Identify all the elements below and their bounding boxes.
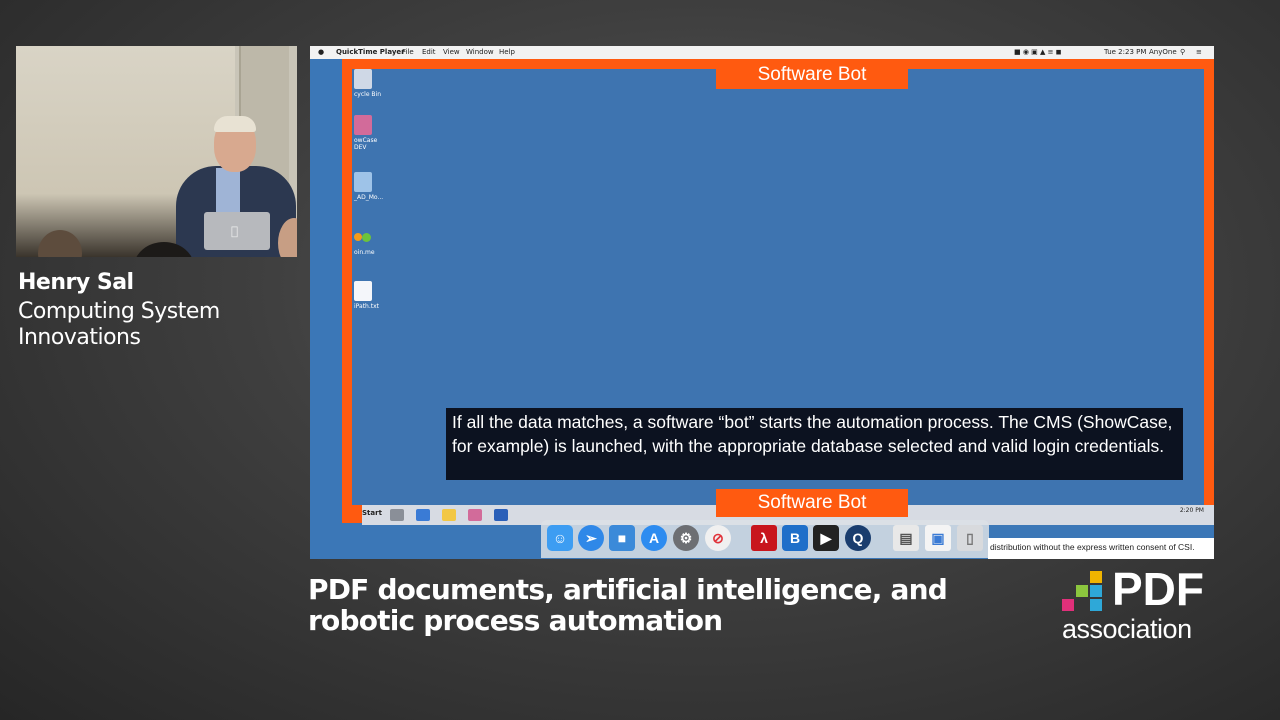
taskbar-clock: 2:20 PM [1179,507,1204,514]
desktop-icon-label: owCase DEV [354,137,378,151]
desktop-icon[interactable]: iPath.txt [354,281,380,310]
notification-center-icon[interactable]: ≡ [1196,46,1202,59]
start-button[interactable]: Start [362,509,382,517]
windows-desktop: cycle Bin owCase DEV _AD_Mo... oin.me iP… [352,69,1214,525]
text-file-icon [354,281,372,301]
copyright-notice: distribution without the express written… [988,538,1214,559]
speaker-organization: Computing System Innovations [18,299,220,350]
logo-word: PDF [1112,563,1204,615]
recycle-bin-icon [354,69,372,89]
mac-dock: ☺ ➢ ■ A ⚙ ⊘ λ B ▶ Q ▤ ▣ ▯ [541,520,989,558]
logo-subword: association [1062,614,1192,644]
speaker-video:  [16,46,297,257]
logo-square-yellow [1090,571,1102,583]
logo-square-pink [1062,599,1074,611]
apple-menu-icon[interactable]: ● [318,46,324,59]
menu-app-name[interactable]: QuickTime Player [336,46,405,59]
app-store-icon[interactable]: A [641,525,667,551]
trash-icon[interactable]: ▯ [957,525,983,551]
folder-icon[interactable] [442,509,456,521]
taskbar-app-icon[interactable] [468,509,482,521]
system-preferences-icon[interactable]: ⚙ [673,525,699,551]
taskbar-app-icon[interactable] [390,509,404,521]
joinme-icon [354,227,372,247]
news-icon[interactable]: ⊘ [705,525,731,551]
menu-edit[interactable]: Edit [422,46,436,59]
status-icons: ■ ◉ ▣ ▲ ≡ ◼ [1014,48,1062,56]
finder-icon[interactable]: ☺ [547,525,573,551]
speaker-name: Henry Sal [18,270,134,295]
pdf-association-logo: PDF association [1062,563,1212,644]
mac-menubar: ● QuickTime Player File Edit View Window… [310,46,1214,59]
uipath-icon[interactable] [494,509,508,521]
quicktime-icon[interactable]: Q [845,525,871,551]
menu-help[interactable]: Help [499,46,515,59]
acrobat-icon[interactable]: λ [751,525,777,551]
menu-view[interactable]: View [443,46,460,59]
menu-file[interactable]: File [402,46,414,59]
menu-clock: Tue 2:23 PM [1104,48,1147,56]
menu-user[interactable]: AnyOne [1149,46,1177,59]
image-file-icon [354,172,372,192]
audience-head [38,230,82,257]
menu-window[interactable]: Window [466,46,494,59]
slide-caption: If all the data matches, a software “bot… [446,408,1183,480]
desktop-icon[interactable]: _AD_Mo... [354,172,384,201]
bbedit-icon[interactable]: B [782,525,808,551]
desktop-icon[interactable]: owCase DEV [354,115,378,151]
desktop-icon[interactable]: oin.me [354,227,376,256]
desktop-icon-label: oin.me [354,249,375,256]
desktop-icon[interactable]: cycle Bin [354,69,381,98]
speaker-hair [214,116,256,132]
apple-logo-icon:  [231,224,238,238]
documents-icon[interactable]: ▤ [893,525,919,551]
keynote-icon[interactable]: ■ [609,525,635,551]
desktop-icon-label: cycle Bin [354,91,381,98]
logo-square-blue [1090,599,1102,611]
software-bot-frame: cycle Bin owCase DEV _AD_Mo... oin.me iP… [342,59,1214,525]
desktop-icon-label: _AD_Mo... [354,194,384,201]
final-cut-icon[interactable]: ▶ [813,525,839,551]
screen-capture: ● QuickTime Player File Edit View Window… [310,46,1214,559]
showcase-icon [354,115,372,135]
software-bot-label-top: Software Bot [716,61,908,89]
spotlight-icon[interactable]: ⚲ [1180,46,1185,59]
taskbar-app-icon[interactable] [416,509,430,521]
preview-icon[interactable]: ▣ [925,525,951,551]
desktop-icon-label: iPath.txt [354,303,380,310]
talk-title: PDF documents, artificial intelligence, … [308,573,948,637]
logo-square-green [1076,585,1088,597]
software-bot-label-bottom: Software Bot [716,489,908,517]
logo-square-blue [1090,585,1102,597]
safari-icon[interactable]: ➢ [578,525,604,551]
